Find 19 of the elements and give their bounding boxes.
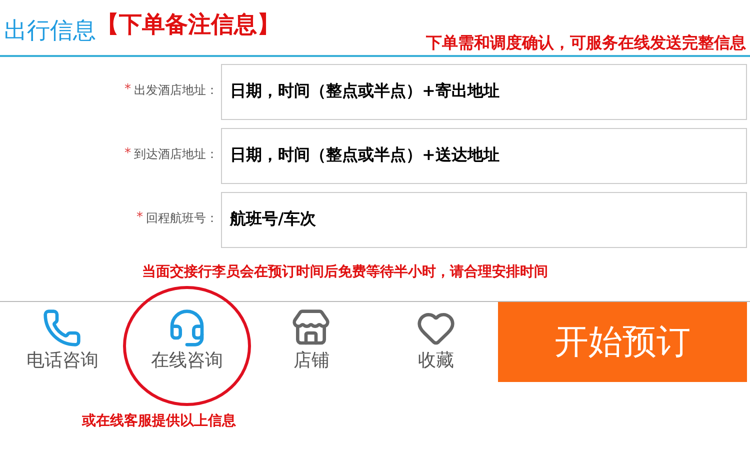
footer-note: 或在线客服提供以上信息 — [82, 413, 236, 429]
field-label: 出发酒店地址： — [134, 82, 218, 99]
required-mark: * — [124, 81, 131, 99]
required-mark: * — [136, 209, 143, 227]
header-note: 下单需和调度确认，可服务在线发送完整信息 — [426, 35, 746, 51]
input-field[interactable]: 日期，时间（整点或半点）+寄出地址 — [221, 64, 747, 120]
section-subtitle: 【下单备注信息】 — [96, 14, 280, 37]
bar-item[interactable]: 在线咨询 — [150, 308, 223, 372]
phone-icon — [42, 308, 82, 348]
input-field[interactable]: 日期，时间（整点或半点）+送达地址 — [221, 128, 747, 184]
field-label: 回程航班号： — [146, 210, 218, 227]
input-field[interactable]: 航班号/车次 — [221, 192, 747, 248]
field-label: 到达酒店地址： — [134, 146, 218, 163]
required-mark: * — [124, 145, 131, 163]
bar-item[interactable]: 电话咨询 — [26, 308, 98, 372]
bar-item[interactable]: 收藏 — [416, 308, 456, 372]
section-title: 出行信息 — [4, 20, 96, 43]
notice-text: 当面交接行李员会在预订时间后免费等待半小时，请合理安排时间 — [142, 262, 548, 282]
bar-item[interactable]: 店铺 — [291, 308, 332, 372]
